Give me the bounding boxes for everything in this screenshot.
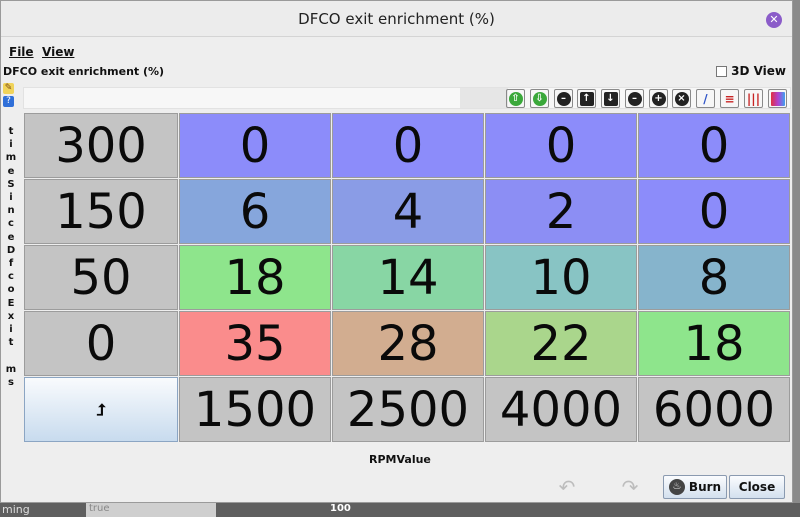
shift-up-icon: ⇧ [508,91,523,106]
minus-icon: – [627,91,642,106]
color-map-icon [770,91,785,106]
table-cell[interactable]: 14 [332,245,484,310]
y-axis-letter: c [8,218,14,230]
table-cell[interactable]: 0 [485,113,637,178]
multiply-button[interactable]: × [672,89,691,108]
y-axis-letter: t [8,126,14,137]
table-cell[interactable]: 8 [638,245,790,310]
side-icons: ✎ ? [3,83,14,109]
arrow-up-button[interactable]: ↑ [577,89,596,108]
pen-button[interactable]: / [696,89,715,108]
table-cell[interactable]: 2 [485,179,637,244]
dialog-window: DFCO exit enrichment (%) ✕ File View DFC… [0,0,793,503]
y-axis-letter: i [9,192,13,204]
y-axis-letter: n [7,205,15,217]
table-cell[interactable]: 10 [485,245,637,310]
edit-notes-icon[interactable]: ✎ [3,83,14,94]
y-axis-letter: c [8,271,14,283]
plus-button[interactable]: + [649,89,668,108]
shift-up-button[interactable]: ⇧ [506,89,525,108]
column-header[interactable]: 4000 [485,377,637,442]
view3d-checkbox[interactable] [716,65,728,77]
table-cell[interactable]: 18 [638,311,790,376]
row-header[interactable]: 150 [24,179,178,244]
y-axis-letter: i [9,324,13,336]
menu-bar: File View [1,37,792,59]
axis-swap-icon: ⮥ [96,399,106,419]
burn-button[interactable]: ♨ Burn [663,475,727,499]
y-axis-letter: f [8,258,14,270]
close-label: Close [738,480,776,494]
background-desktop [793,0,800,503]
table-cell[interactable]: 4 [332,179,484,244]
shift-down-button[interactable]: ⇩ [530,89,549,108]
toolbar-spacer [460,88,508,108]
close-button[interactable]: Close [729,475,785,499]
close-window-icon[interactable]: ✕ [766,12,782,28]
y-axis-label: timeSinceDfcoExit ms [4,125,18,389]
row-header[interactable]: 50 [24,245,178,310]
table-cell[interactable]: 22 [485,311,637,376]
table-cell[interactable]: 0 [638,179,790,244]
menu-file-label: File [9,45,34,59]
y-axis-letter: e [7,231,15,243]
burn-label: Burn [688,480,722,494]
y-axis-letter [4,349,18,362]
y-axis-letter: E [7,297,15,309]
background-field: true [86,503,216,517]
view3d-toggle[interactable]: 3D View [716,64,786,78]
y-axis-letter: e [7,165,15,177]
y-axis-letter: o [7,284,15,296]
y-axis-letter: S [7,178,15,190]
row-header[interactable]: 0 [24,311,178,376]
table-cell[interactable]: 28 [332,311,484,376]
vertical-interpolate-button[interactable]: ||| [744,89,763,108]
horizontal-interpolate-icon: ≡ [724,91,735,106]
arrow-down-button[interactable]: ↓ [601,89,620,108]
plus-icon: + [651,91,666,106]
help-icon[interactable]: ? [3,96,14,107]
arrow-down-icon: ↓ [603,91,618,106]
table-cell[interactable]: 6 [179,179,331,244]
vertical-interpolate-icon: ||| [746,91,761,106]
decrement-button[interactable]: – [554,89,573,108]
horizontal-interpolate-button[interactable]: ≡ [720,89,739,108]
table-cell[interactable]: 35 [179,311,331,376]
y-axis-letter: m [5,363,17,375]
arrow-up-icon: ↑ [579,91,594,106]
y-axis-letter: t [8,337,14,349]
y-axis-letter: D [6,244,16,256]
background-gauge-value: 100 [330,503,351,514]
table-cell[interactable]: 0 [332,113,484,178]
menu-view-label: View [42,45,75,59]
window-title: DFCO exit enrichment (%) [298,10,495,28]
redo-icon[interactable]: ↷ [619,475,641,499]
table-cell[interactable]: 0 [638,113,790,178]
multiply-icon: × [674,91,689,106]
minus-button[interactable]: – [625,89,644,108]
y-axis-letter: m [5,152,17,164]
x-axis-label: RPMValue [369,453,431,466]
axis-swap-button[interactable]: ⮥ [24,377,178,442]
y-axis-letter: i [9,139,13,151]
decrement-icon: – [556,91,571,106]
row-header[interactable]: 300 [24,113,178,178]
title-bar[interactable]: DFCO exit enrichment (%) ✕ [1,1,792,37]
flame-icon: ♨ [668,479,685,495]
shift-down-icon: ⇩ [532,91,547,106]
pen-icon: / [703,91,708,106]
column-header[interactable]: 1500 [179,377,331,442]
panel-title: DFCO exit enrichment (%) [3,65,165,78]
background-strip: ming true 100 [0,503,800,517]
y-axis-letter: s [8,376,14,388]
undo-icon[interactable]: ↶ [556,475,578,499]
table-cell[interactable]: 18 [179,245,331,310]
table-cell[interactable]: 0 [179,113,331,178]
color-map-button[interactable] [768,89,787,108]
background-label: ming [2,503,30,516]
column-header[interactable]: 2500 [332,377,484,442]
column-header[interactable]: 6000 [638,377,790,442]
y-axis-letter: x [7,310,15,322]
view3d-label: 3D View [731,64,786,78]
